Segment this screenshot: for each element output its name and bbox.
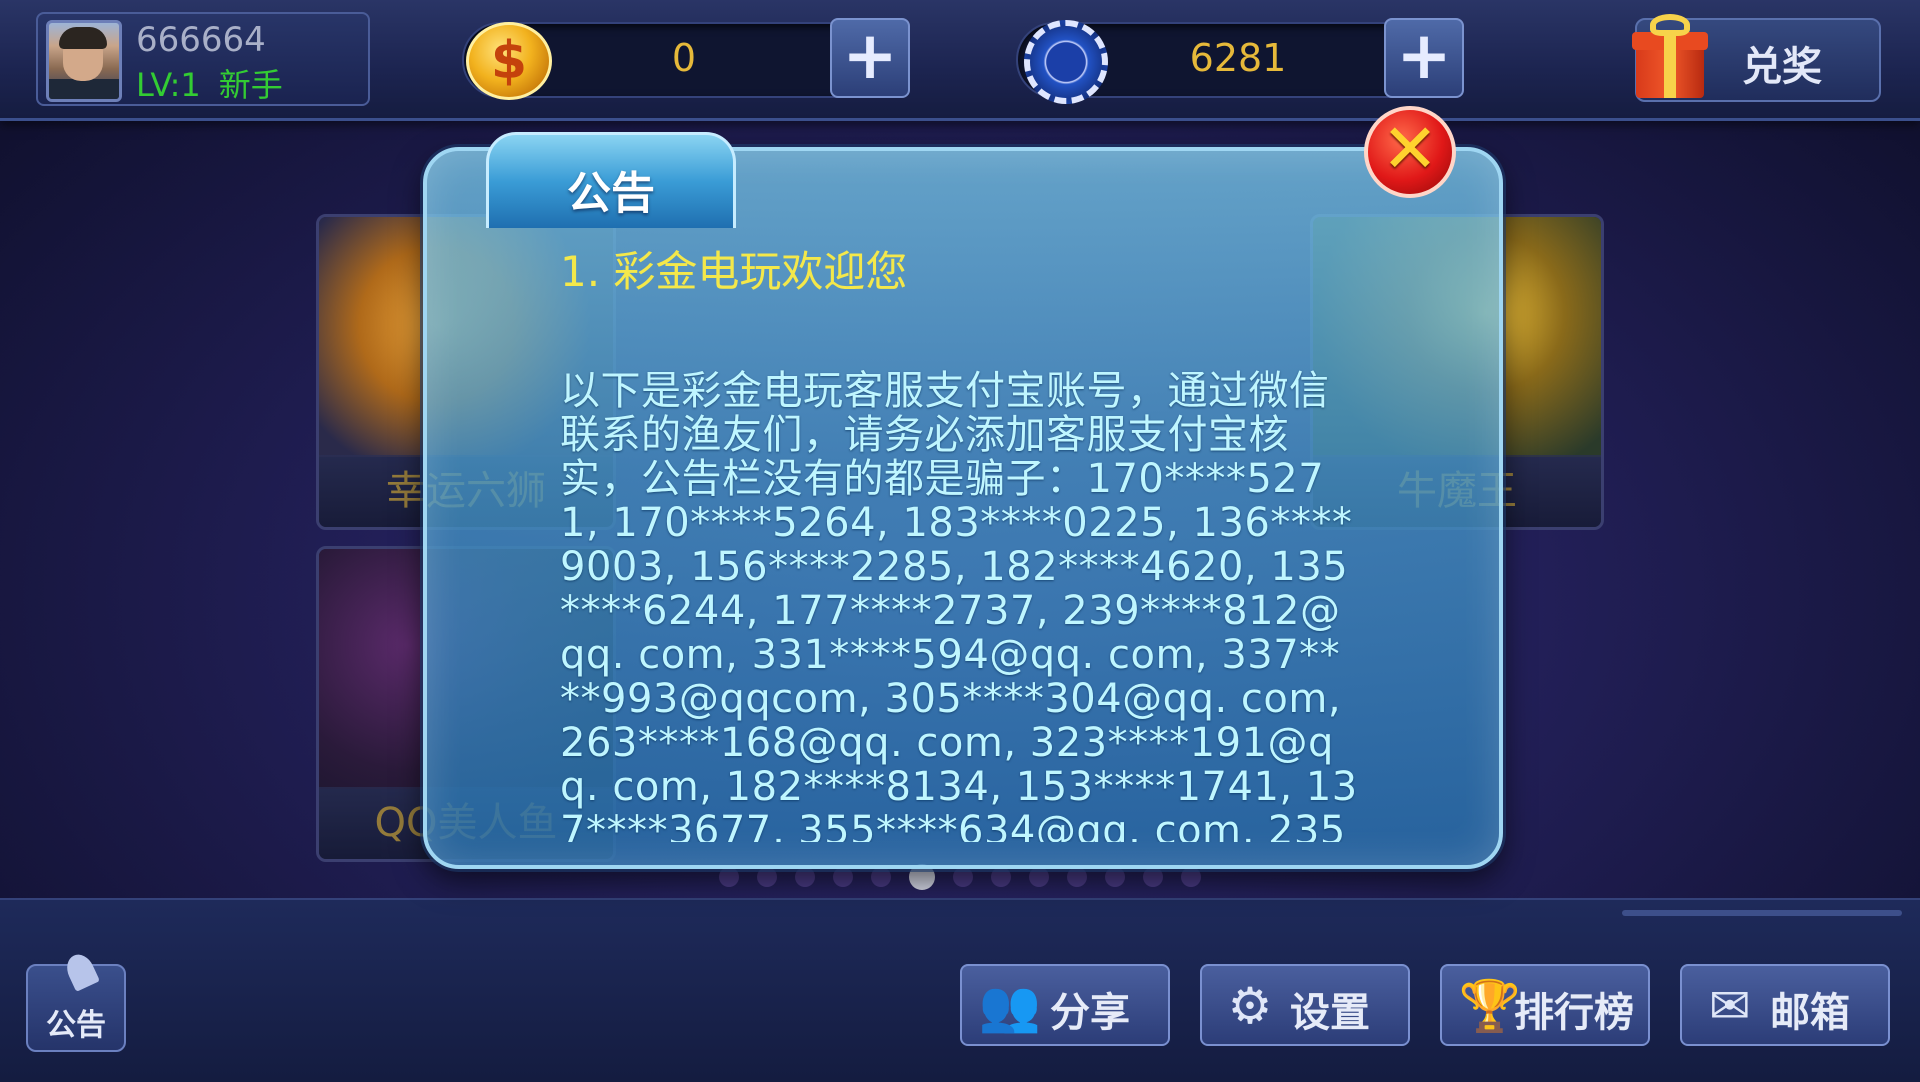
chip-value: 6281: [1189, 36, 1287, 80]
trophy-icon: 🏆: [1458, 977, 1522, 1035]
gear-icon: ⚙: [1227, 977, 1273, 1035]
gold-value: 0: [671, 36, 697, 80]
close-button[interactable]: ✕: [1364, 106, 1456, 198]
mailbox-label: 邮箱: [1770, 990, 1850, 1036]
avatar[interactable]: [46, 20, 122, 102]
settings-button[interactable]: ⚙ 设置: [1200, 964, 1410, 1046]
gold-coin-icon: $: [466, 22, 552, 100]
redeem-label: 兑奖: [1742, 44, 1822, 90]
notice-scroll-area[interactable]: 1. 彩金电玩欢迎您 以下是彩金电玩客服支付宝账号，通过微信联系的渔友们，请务必…: [560, 238, 1360, 842]
chip-icon: [1024, 20, 1108, 104]
add-chips-button[interactable]: +: [1384, 18, 1464, 98]
notice-button[interactable]: 公告: [26, 950, 126, 1052]
share-button[interactable]: 👥 分享: [960, 964, 1170, 1046]
share-label: 分享: [1050, 990, 1130, 1036]
gift-icon: [1632, 10, 1708, 100]
notice-title: 1. 彩金电玩欢迎您: [560, 247, 908, 296]
people-icon: 👥: [978, 977, 1042, 1035]
close-icon: ✕: [1381, 110, 1439, 189]
mailbox-button[interactable]: ✉ 邮箱: [1680, 964, 1890, 1046]
player-profile[interactable]: 666664 LV:1 新手: [36, 12, 370, 106]
rank-text: 新手: [218, 66, 283, 104]
player-id: 666664: [136, 20, 266, 60]
mail-icon: ✉: [1709, 977, 1751, 1035]
divider: [1622, 910, 1902, 916]
notice-body: 以下是彩金电玩客服支付宝账号，通过微信联系的渔友们，请务必添加客服支付宝核实，公…: [560, 368, 1358, 842]
tab-notice-label: 公告: [567, 168, 655, 219]
leaderboard-button[interactable]: 🏆 排行榜: [1440, 964, 1650, 1046]
leaderboard-label: 排行榜: [1514, 990, 1634, 1036]
top-bar: 666664 LV:1 新手 0 $ + 6281 + 兑奖: [0, 0, 1920, 121]
level-text: LV:1: [136, 66, 201, 104]
settings-label: 设置: [1290, 990, 1370, 1036]
add-gold-button[interactable]: +: [830, 18, 910, 98]
notice-button-label: 公告: [46, 1008, 106, 1043]
tab-notice[interactable]: 公告: [486, 132, 736, 228]
player-level: LV:1 新手: [136, 60, 283, 106]
